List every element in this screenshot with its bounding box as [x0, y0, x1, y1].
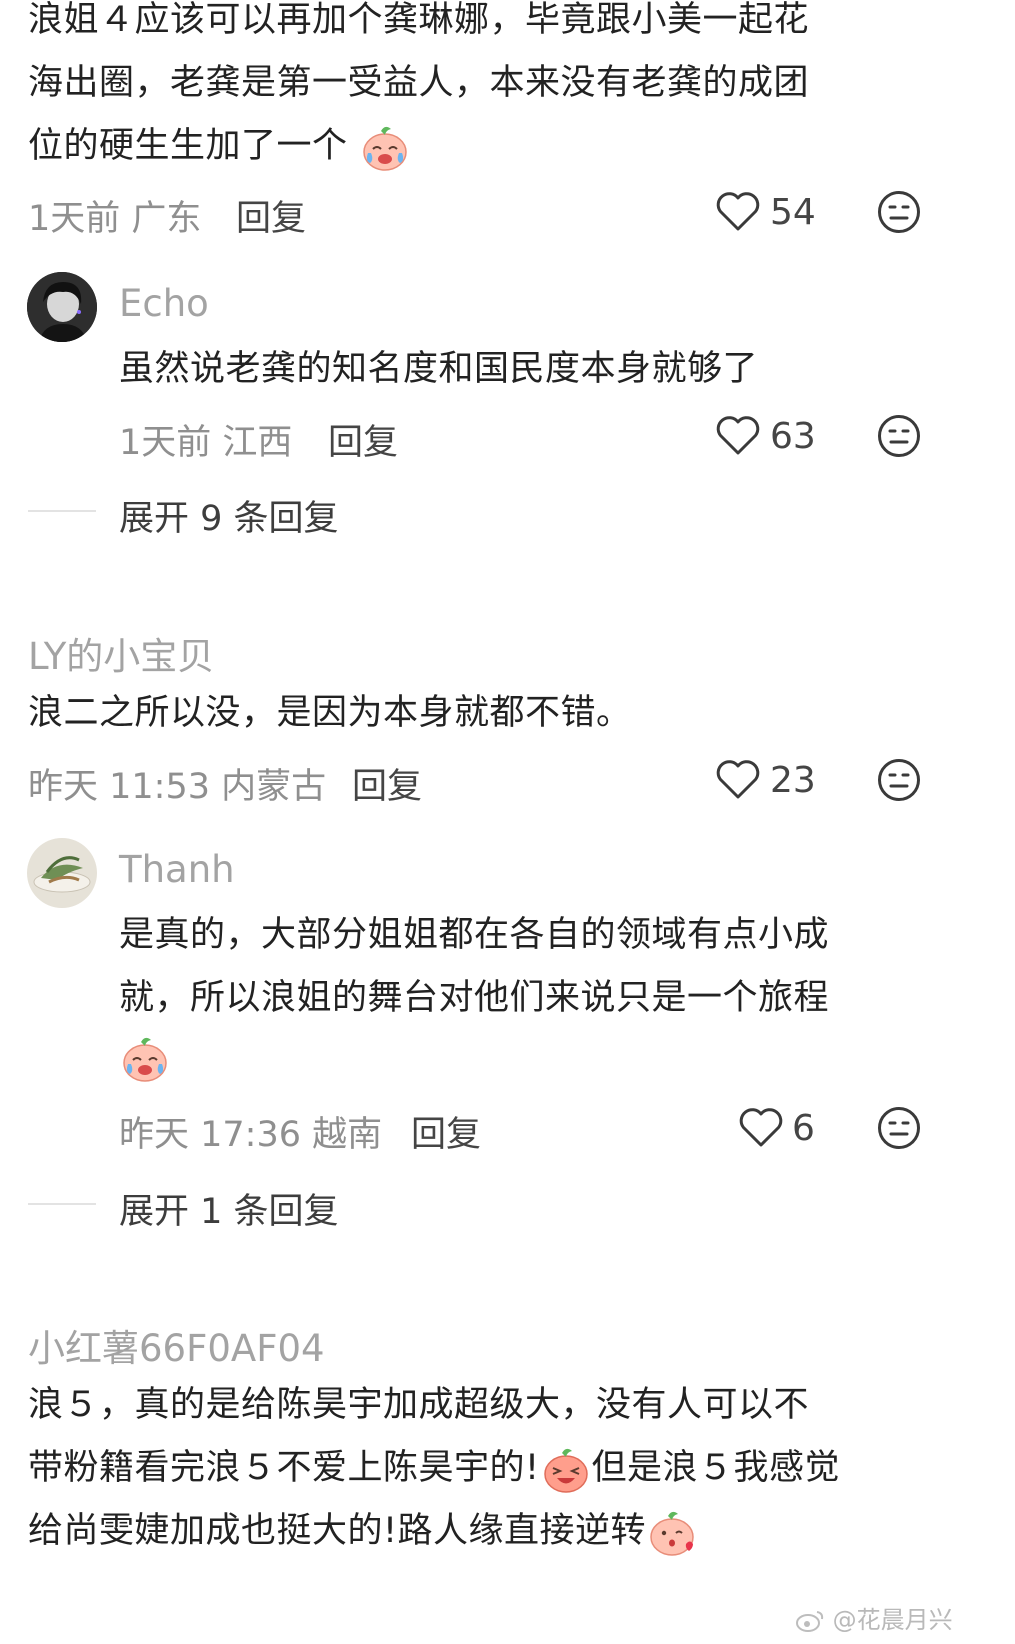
- meh-face-icon[interactable]: [877, 414, 921, 458]
- watermark-text: @花晨月兴: [832, 1606, 953, 1634]
- crying-laughing-peach-emoji: [359, 121, 411, 173]
- expand-replies-button[interactable]: 展开 9 条回复: [119, 490, 339, 541]
- comment-text-line: 海出圈，老龚是第一受益人，本来没有老龚的成团: [28, 63, 810, 103]
- heart-outline-icon[interactable]: [715, 758, 761, 800]
- reply-button[interactable]: 回复: [352, 758, 422, 809]
- heart-outline-icon[interactable]: [715, 190, 761, 232]
- watermark: @花晨月兴: [795, 1600, 953, 1635]
- weibo-logo-icon: [795, 1606, 833, 1634]
- comment-time-location: 昨天 11:53 内蒙古: [28, 767, 327, 807]
- avatar[interactable]: [27, 838, 97, 908]
- like-count: 6: [792, 1108, 815, 1149]
- comment-time-location: 1天前 广东: [28, 199, 202, 239]
- comment-text: 虽然说老龚的知名度和国民度本身就够了: [119, 349, 759, 389]
- comment-text-line: 就，所以浪姐的舞台对他们来说只是一个旅程: [119, 978, 830, 1018]
- comment-text-line: 带粉籍看完浪５不爱上陈昊宇的!: [28, 1448, 540, 1488]
- like-count: 54: [770, 192, 816, 233]
- comment-time-location: 1天前 江西: [119, 423, 293, 463]
- avatar[interactable]: [27, 272, 97, 342]
- comment-text-line: 给尚雯婕加成也挺大的!路人缘直接逆转: [28, 1511, 647, 1551]
- expand-replies-button[interactable]: 展开 1 条回复: [119, 1183, 339, 1234]
- reply-button[interactable]: 回复: [328, 414, 398, 465]
- username[interactable]: 小红薯66F0AF04: [28, 1318, 325, 1372]
- username[interactable]: LY的小宝贝: [28, 626, 214, 680]
- comment-text-line: 浪５，真的是给陈昊宇加成超级大，没有人可以不: [28, 1385, 810, 1425]
- divider: [28, 1203, 96, 1205]
- reply-button[interactable]: 回复: [411, 1106, 481, 1157]
- meh-face-icon[interactable]: [877, 1106, 921, 1150]
- meh-face-icon[interactable]: [877, 758, 921, 802]
- username[interactable]: Echo: [119, 282, 209, 325]
- comment-text-line: 但是浪５我感觉: [591, 1448, 841, 1488]
- divider: [28, 510, 96, 512]
- comment-text: 浪二之所以没，是因为本身就都不错。: [28, 693, 632, 733]
- laughing-peach-emoji: [540, 1443, 592, 1495]
- reply-button[interactable]: 回复: [236, 190, 306, 241]
- heart-outline-icon[interactable]: [715, 414, 761, 456]
- like-count: 63: [770, 416, 816, 457]
- like-count: 23: [770, 760, 816, 801]
- comment-text-line: 浪姐４应该可以再加个龚琳娜，毕竟跟小美一起花: [28, 0, 810, 40]
- comment-time-location: 昨天 17:36 越南: [119, 1115, 383, 1155]
- comment-text-line: 是真的，大部分姐姐都在各自的领域有点小成: [119, 915, 830, 955]
- heart-outline-icon[interactable]: [738, 1106, 784, 1148]
- kiss-peach-emoji: [646, 1506, 698, 1558]
- username[interactable]: Thanh: [119, 848, 235, 891]
- meh-face-icon[interactable]: [877, 190, 921, 234]
- crying-laughing-peach-emoji: [119, 1032, 171, 1084]
- comment-text-line: 位的硬生生加了一个: [28, 126, 348, 166]
